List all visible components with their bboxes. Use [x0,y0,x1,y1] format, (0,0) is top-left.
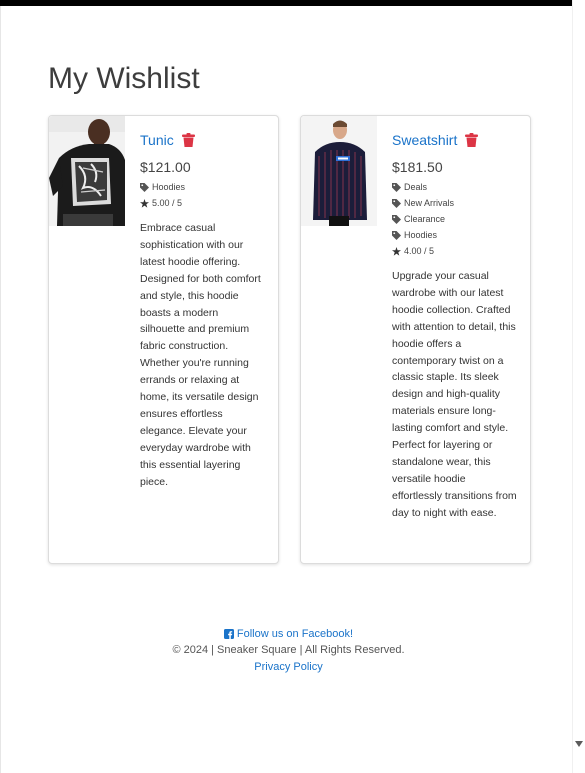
tag-label[interactable]: Hoodies [152,182,185,192]
tag-label[interactable]: Deals [404,182,427,192]
star-icon [392,246,401,256]
product-name-link[interactable]: Tunic [140,132,174,148]
wishlist-card-tunic: Tunic $121.00 Hoodies 5.00 / 5 Embrace c… [48,115,279,564]
trash-icon[interactable] [181,133,195,147]
wishlist-card-sweatshirt: Sweatshirt $181.50 Deals New Arrivals Cl… [300,115,531,564]
card-body: Tunic $121.00 Hoodies 5.00 / 5 Embrace c… [140,130,265,491]
product-meta: Deals New Arrivals Clearance Hoodies 4.0… [392,179,517,259]
browser-top-bar [0,0,573,6]
product-image-sweatshirt[interactable] [301,116,377,226]
facebook-link-label[interactable]: Follow us on Facebook! [237,628,353,640]
star-icon [140,198,149,208]
facebook-icon[interactable] [223,628,234,639]
tag-row: Deals [392,179,517,195]
tag-icon [140,182,149,192]
product-description: Upgrade your casual wardrobe with our la… [392,270,517,519]
tag-label[interactable]: Hoodies [404,230,437,240]
page-title: My Wishlist [48,62,200,95]
product-meta: Hoodies 5.00 / 5 [140,179,265,211]
tag-row: Hoodies [140,179,265,195]
tag-icon [392,182,401,192]
tag-icon [392,230,401,240]
tag-label[interactable]: New Arrivals [404,198,454,208]
footer: Follow us on Facebook! © 2024 | Sneaker … [0,625,577,676]
product-description: Embrace casual sophistication with our l… [140,222,261,488]
tag-row: Clearance [392,211,517,227]
product-price: $181.50 [392,159,443,175]
privacy-policy-link[interactable]: Privacy Policy [0,659,577,676]
product-name-link[interactable]: Sweatshirt [392,132,457,148]
trash-icon[interactable] [465,133,479,147]
rating-row: 4.00 / 5 [392,243,517,259]
rating-row: 5.00 / 5 [140,195,265,211]
tag-row: New Arrivals [392,195,517,211]
copyright-text: © 2024 | Sneaker Square | All Rights Res… [172,644,405,656]
tag-row: Hoodies [392,227,517,243]
product-image-tunic[interactable] [49,116,125,226]
tag-icon [392,198,401,208]
tag-label[interactable]: Clearance [404,214,445,224]
tag-icon [392,214,401,224]
facebook-link[interactable]: Follow us on Facebook! [0,625,577,642]
product-price: $121.00 [140,159,191,175]
rating-value: 4.00 / 5 [404,246,435,256]
scroll-down-arrow-icon[interactable] [575,741,583,747]
rating-value: 5.00 / 5 [152,198,183,208]
card-body: Sweatshirt $181.50 Deals New Arrivals Cl… [392,130,517,522]
